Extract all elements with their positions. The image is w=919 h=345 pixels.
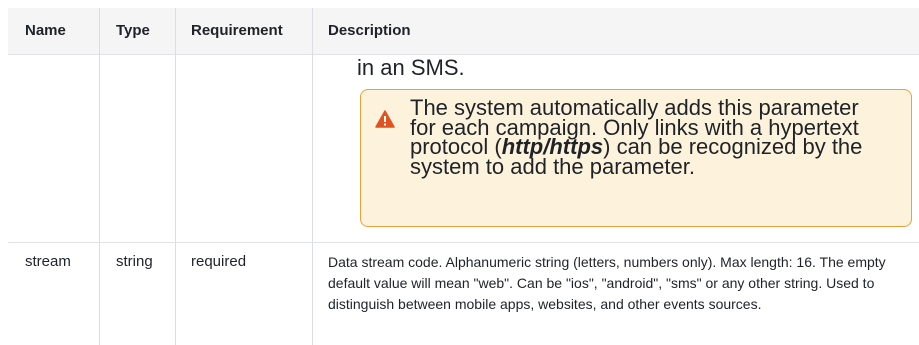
- warning-callout-text: The system automatically adds this param…: [410, 95, 863, 179]
- cell-requirement: required: [191, 253, 247, 270]
- warning-callout: The system automatically adds this param…: [360, 89, 912, 227]
- header-description: Description: [328, 22, 411, 39]
- warning-triangle-icon: [375, 110, 395, 128]
- parameters-table: Name Type Requirement Description in an …: [0, 0, 919, 345]
- cell-description: Data stream code. Alphanumeric string (l…: [328, 254, 886, 312]
- column-divider: [99, 8, 100, 345]
- column-divider: [175, 8, 176, 345]
- header-name: Name: [25, 22, 66, 39]
- header-type: Type: [116, 22, 150, 39]
- table-header: Name Type Requirement Description: [8, 8, 919, 55]
- row-divider: [8, 242, 919, 243]
- column-divider: [312, 8, 313, 345]
- cell-type: string: [116, 253, 153, 270]
- cell-name: stream: [25, 253, 71, 270]
- header-requirement: Requirement: [191, 22, 283, 39]
- description-text: in an SMS.: [357, 55, 465, 80]
